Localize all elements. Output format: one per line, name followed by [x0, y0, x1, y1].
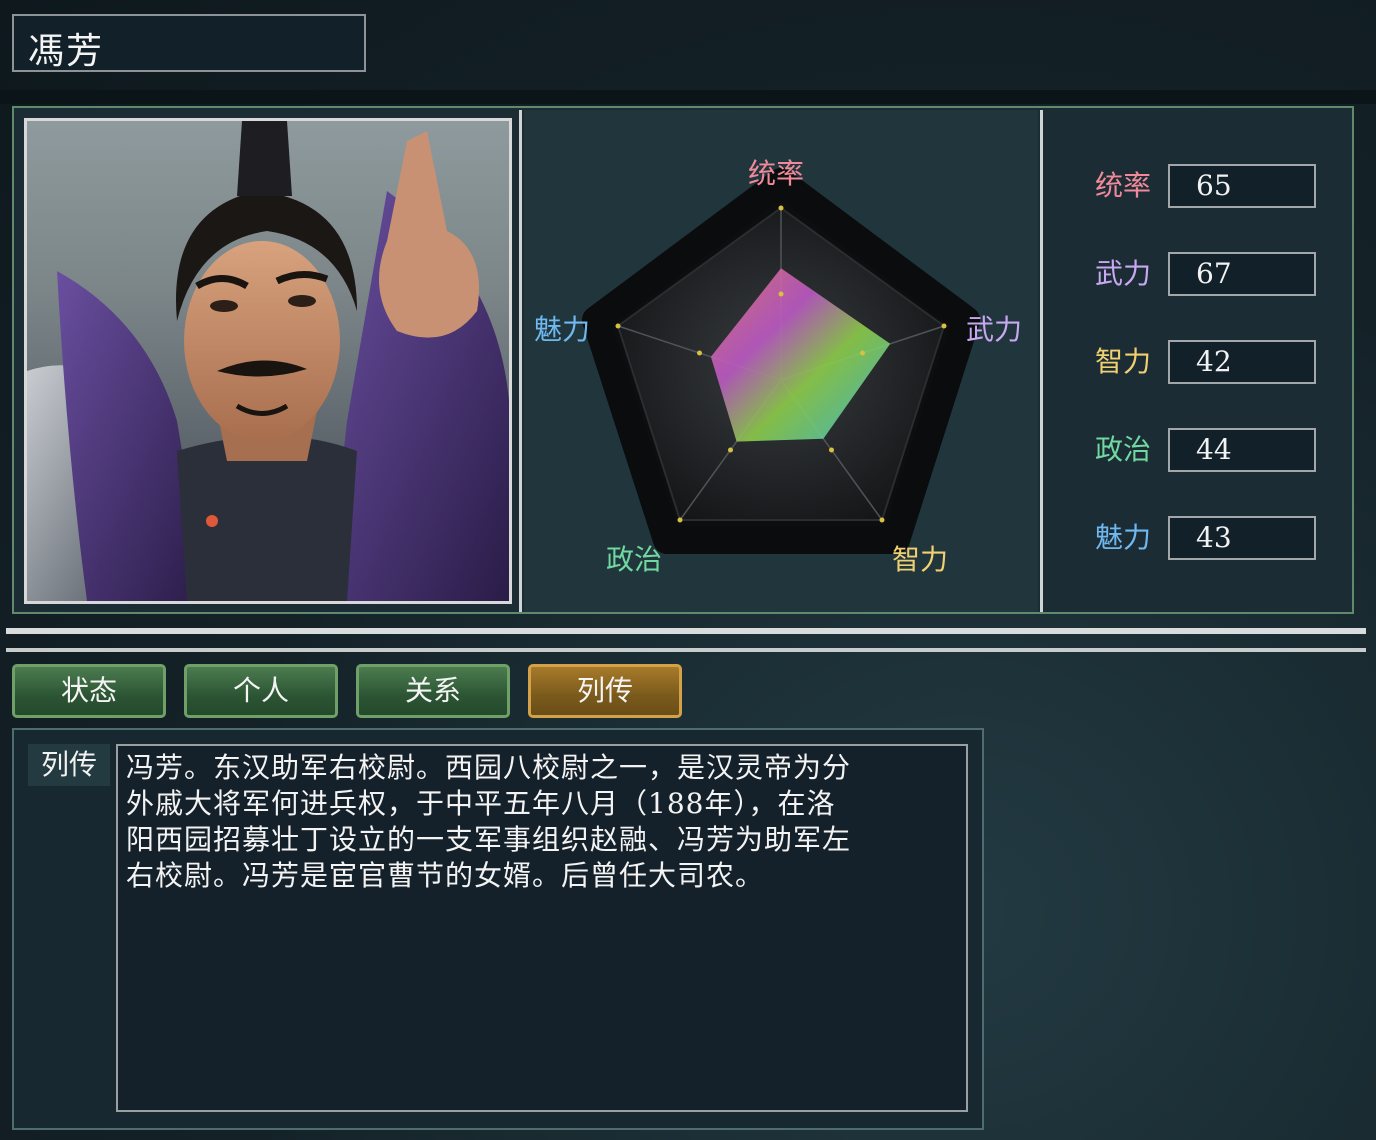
biography-line: 右校尉。冯芳是宦官曹节的女婿。后曾任大司农。: [126, 859, 765, 892]
biography-line: 冯芳。东汉助军右校尉。西园八校尉之一，是汉灵帝为分: [126, 751, 852, 784]
radar-tick-dot: [677, 517, 683, 523]
tab-biography[interactable]: 列传: [528, 664, 682, 718]
header-band: [0, 90, 1376, 104]
panel-divider-left: [519, 110, 522, 612]
section-divider: [6, 648, 1366, 652]
tab-personal[interactable]: 个人: [184, 664, 338, 718]
character-portrait: [24, 118, 512, 604]
stat-value: 65: [1168, 164, 1316, 208]
stat-value: 67: [1168, 252, 1316, 296]
stat-row-politics: 政治 44: [1080, 428, 1316, 472]
radar-tick-dot: [860, 350, 865, 356]
tab-relations[interactable]: 关系: [356, 664, 510, 718]
radar-label-war: 武力: [966, 313, 1023, 346]
radar-tick-dot: [778, 291, 784, 297]
biography-text: 冯芳。东汉助军右校尉。西园八校尉之一，是汉灵帝为分 外戚大将军何进兵权，于中平五…: [126, 750, 956, 894]
biography-text-box: 冯芳。东汉助军右校尉。西园八校尉之一，是汉灵帝为分 外戚大将军何进兵权，于中平五…: [116, 744, 968, 1112]
panel-divider-right: [1040, 110, 1043, 612]
portrait-illustration: [27, 121, 509, 601]
stat-label: 政治: [1080, 430, 1166, 470]
stat-row-charm: 魅力 43: [1080, 516, 1316, 560]
stat-row-command: 统率 65: [1080, 164, 1316, 208]
character-name-box: 馮芳: [12, 14, 366, 72]
biography-label: 列传: [28, 744, 110, 786]
stats-radar-chart: 统率 武力 智力 政治 魅力: [524, 110, 1038, 612]
radar-label-charm: 魅力: [534, 313, 591, 346]
radar-tick-dot: [728, 447, 733, 453]
character-name: 馮芳: [28, 31, 105, 72]
stat-label: 智力: [1080, 342, 1166, 382]
stat-value: 42: [1168, 340, 1316, 384]
section-divider: [6, 628, 1366, 634]
radar-label-intelligence: 智力: [892, 543, 949, 576]
stat-row-war: 武力 67: [1080, 252, 1316, 296]
radar-tick-dot: [697, 350, 702, 356]
radar-tick-dot: [778, 205, 784, 211]
stat-label: 魅力: [1080, 518, 1166, 558]
stat-value: 44: [1168, 428, 1316, 472]
radar-label-command: 统率: [748, 157, 805, 190]
radar-label-politics: 政治: [606, 543, 663, 576]
stat-row-intelligence: 智力 42: [1080, 340, 1316, 384]
stat-label: 统率: [1080, 166, 1166, 206]
radar-tick-dot: [615, 323, 621, 329]
radar-tick-dot: [941, 323, 947, 329]
radar-tick-dot: [829, 447, 834, 453]
biography-line: 外戚大将军何进兵权，于中平五年八月（188年），在洛: [126, 787, 836, 820]
stat-value: 43: [1168, 516, 1316, 560]
radar-tick-dot: [879, 517, 885, 523]
stat-label: 武力: [1080, 254, 1166, 294]
biography-line: 阳西园招募壮丁设立的一支军事组织赵融、冯芳为助军左: [126, 823, 852, 856]
tab-status[interactable]: 状态: [12, 664, 166, 718]
